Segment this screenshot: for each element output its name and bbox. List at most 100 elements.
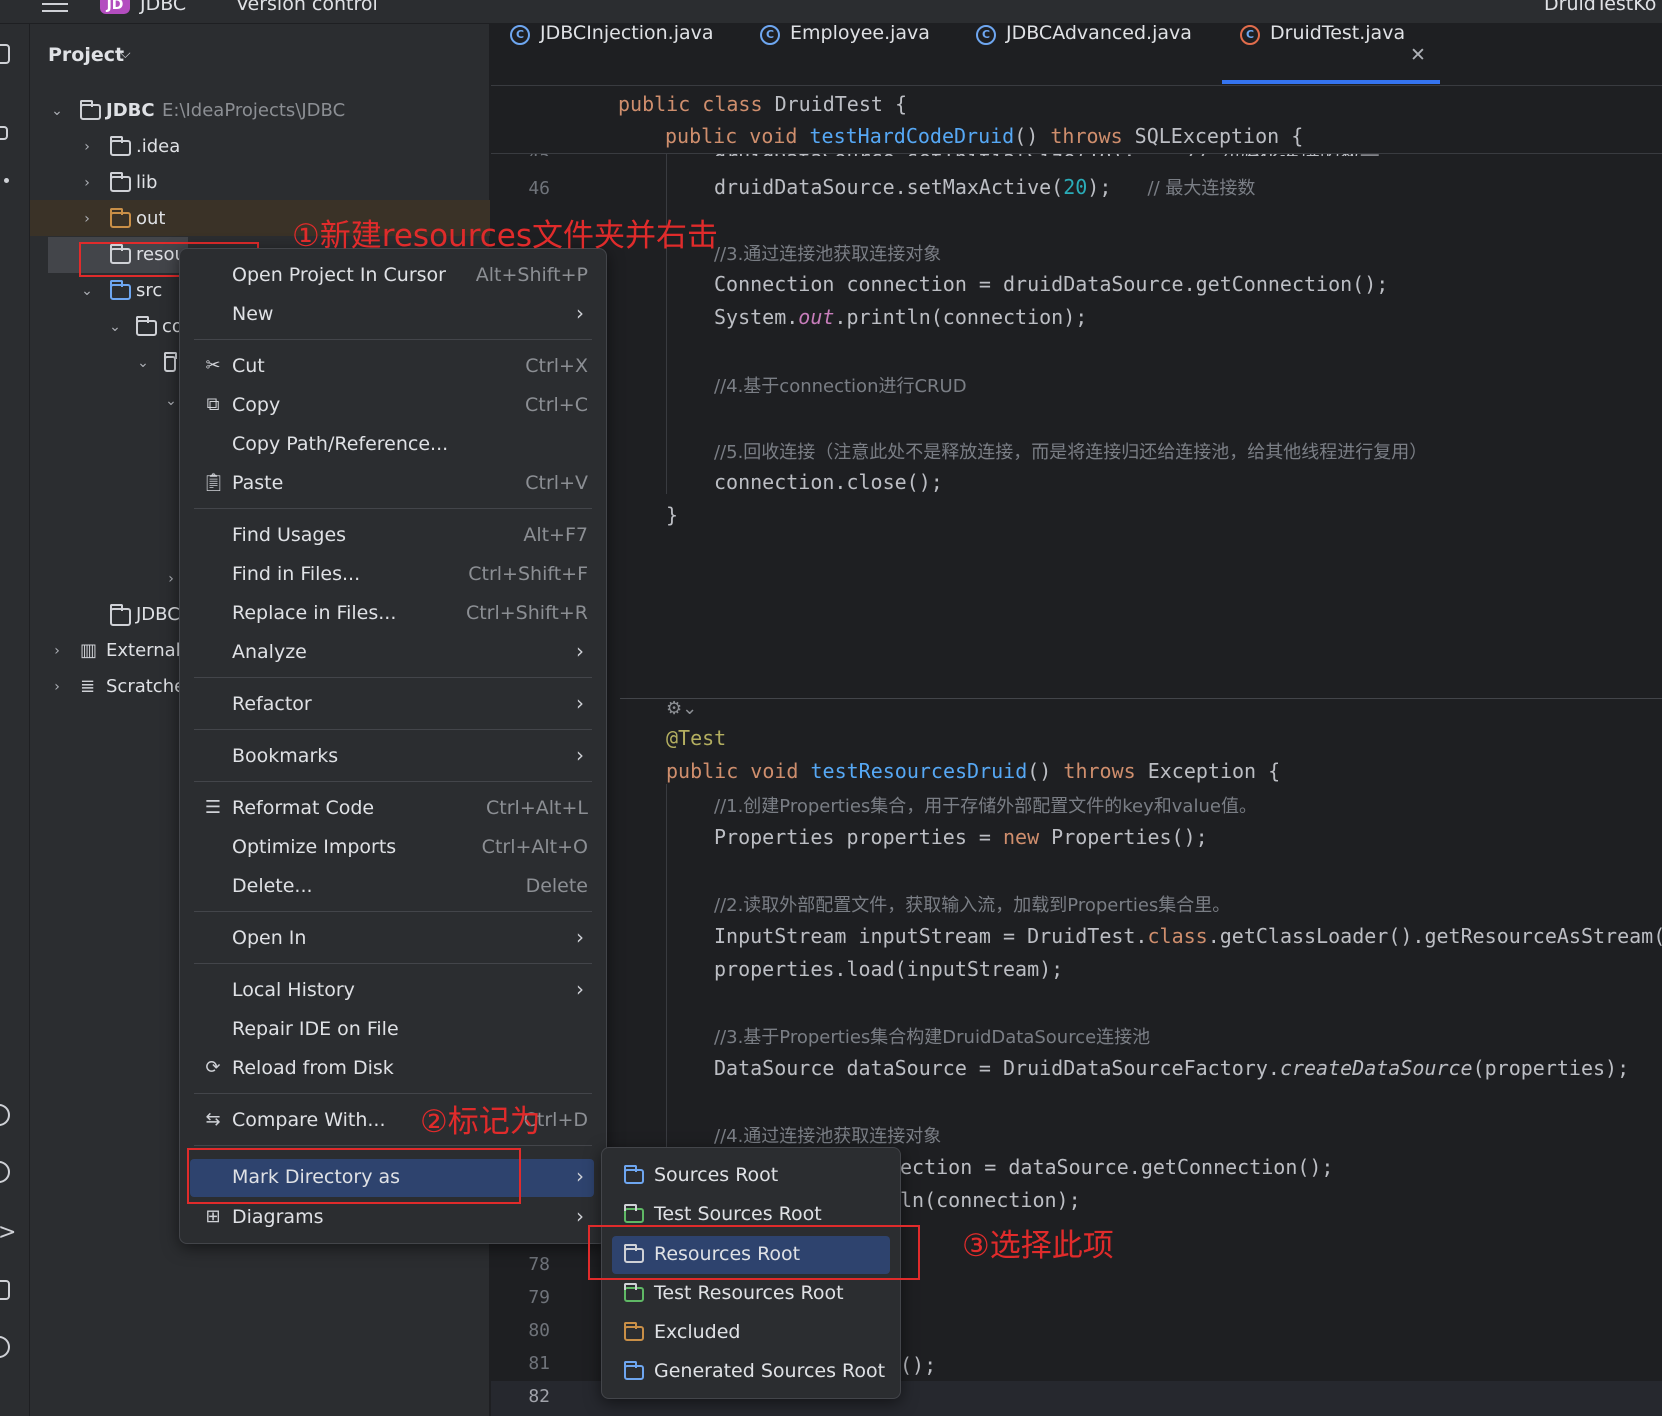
menu-item-shortcut: Ctrl+V (525, 472, 588, 494)
tool-window-strip (0, 24, 30, 1416)
annotation-box-mark-directory (187, 1148, 521, 1204)
menu-item-delete[interactable]: Delete... Delete (190, 869, 594, 905)
chevron-down-icon[interactable]: ⌄ (108, 310, 122, 344)
sticky-class-line[interactable]: public class DruidTest { (618, 92, 907, 116)
chevron-right-icon[interactable]: › (50, 670, 64, 704)
submenu-item-label: Sources Root (654, 1164, 779, 1186)
tree-node-src[interactable]: ⌄ src (80, 274, 180, 308)
menu-item-label: New (232, 303, 274, 325)
chevron-right-icon[interactable]: › (50, 634, 64, 668)
menu-item-optimize-imports[interactable]: Optimize Imports Ctrl+Alt+O (190, 830, 594, 866)
line-number-current: 82 (528, 1386, 550, 1407)
menu-item-label: Copy (232, 394, 281, 416)
more-tools-icon[interactable] (4, 178, 9, 183)
chevron-down-icon[interactable]: ⌄ (80, 274, 94, 308)
tree-node-idea[interactable]: › .idea (80, 130, 460, 164)
indent-guide (666, 154, 667, 494)
project-panel-title[interactable]: Project (48, 44, 124, 66)
menu-item-label: Analyze (232, 641, 307, 663)
run-configuration[interactable]: DruidTestKo (1544, 0, 1656, 15)
project-tool-icon[interactable] (0, 44, 10, 64)
submenu-item-sources-root[interactable]: Sources Root (612, 1158, 890, 1194)
comment: //1.创建Properties集合，用于存储外部配置文件的key和value值… (714, 796, 1257, 817)
menu-item-cut[interactable]: ✂ Cut Ctrl+X (190, 349, 594, 385)
submenu-item-generated-sources-root[interactable]: Generated Sources Root (612, 1354, 890, 1390)
menu-item-paste[interactable]: 📋︎ Paste Ctrl+V (190, 466, 594, 502)
folder-icon (110, 172, 131, 192)
chevron-right-icon[interactable]: › (80, 166, 94, 200)
chevron-down-icon[interactable]: ⌄ (164, 384, 178, 418)
menu-item-replace-in-files[interactable]: Replace in Files... Ctrl+Shift+R (190, 596, 594, 632)
project-badge[interactable]: JD (100, 0, 130, 14)
menu-item-copy[interactable]: ⧉ Copy Ctrl+C (190, 388, 594, 424)
chevron-down-icon[interactable]: ⌄ (136, 346, 150, 380)
main-menu-icon[interactable] (42, 0, 68, 12)
class-icon: C (760, 25, 780, 45)
run-gutter-icon[interactable]: ⚙⌄ (666, 698, 697, 719)
tree-node-collapsed-2[interactable]: › (164, 562, 180, 596)
menu-item-repair-ide[interactable]: Repair IDE on File (190, 1012, 594, 1048)
problems-tool-icon[interactable] (0, 1280, 10, 1300)
project-switcher[interactable]: JDBC (140, 0, 186, 15)
menu-item-local-history[interactable]: Local History › (190, 973, 594, 1009)
menu-item-copy-path[interactable]: Copy Path/Reference... (190, 427, 594, 463)
exception-type: SQLException { (1134, 124, 1304, 148)
menu-item-label: Delete... (232, 875, 313, 897)
code-text: druidDataSource.setMaxActive( (714, 175, 1064, 199)
close-tab-icon[interactable]: ✕ (1410, 44, 1426, 66)
tree-node-lib[interactable]: › lib (80, 166, 460, 200)
tree-node-subpackage[interactable]: ⌄ (136, 346, 180, 380)
tree-node-external-libraries[interactable]: › ▥ External (50, 634, 181, 668)
menu-item-reload-from-disk[interactable]: ⟳ Reload from Disk (190, 1051, 594, 1087)
chevron-down-icon[interactable]: ⌄ (50, 94, 64, 128)
menu-item-label: Local History (232, 979, 355, 1001)
tree-node-root[interactable]: ⌄ JDBC E:\IdeaProjects\JDBC (50, 94, 470, 128)
code-text: InputStream inputStream = DruidTest. (714, 924, 1148, 948)
tree-node-collapsed[interactable]: ⌄ (164, 384, 180, 418)
menu-item-label: Bookmarks (232, 745, 339, 767)
params: () (1027, 759, 1052, 783)
menu-item-refactor[interactable]: Refactor › (190, 687, 594, 723)
code-line-46: druidDataSource.setMaxActive(20); // 最大连… (714, 174, 1255, 200)
menu-item-label: Optimize Imports (232, 836, 397, 858)
tree-node-package[interactable]: ⌄ co (108, 310, 183, 344)
menu-item-diagrams[interactable]: ⊞ Diagrams › (190, 1200, 594, 1236)
menu-item-label: Copy Path/Reference... (232, 433, 449, 455)
menu-item-find-usages[interactable]: Find Usages Alt+F7 (190, 518, 594, 554)
tree-node-label: External (106, 640, 181, 661)
comment: //4.通过连接池获取连接对象 (714, 1126, 942, 1147)
menu-item-find-in-files[interactable]: Find in Files... Ctrl+Shift+F (190, 557, 594, 593)
annotation-box-resources-root (588, 1225, 920, 1280)
tree-node-iml[interactable]: JDBC (80, 598, 180, 632)
menu-item-label: Cut (232, 355, 265, 377)
menu-item-bookmarks[interactable]: Bookmarks › (190, 739, 594, 775)
menu-item-open-in[interactable]: Open In › (190, 921, 594, 957)
test-sources-root-icon (624, 1204, 644, 1223)
scissors-icon: ✂ (205, 355, 221, 376)
code-text: Properties properties = (714, 825, 1003, 849)
chevron-right-icon[interactable]: › (80, 202, 94, 236)
chevron-right-icon: › (576, 743, 584, 767)
chevron-right-icon[interactable]: › (164, 562, 178, 596)
menu-item-shortcut: Ctrl+Shift+R (465, 602, 588, 624)
chevron-down-icon[interactable]: ⌵ (120, 46, 131, 62)
tree-node-label: JDBC (136, 604, 180, 625)
menu-item-new[interactable]: New › (190, 297, 594, 333)
code-fragment: ln(connection); (900, 1188, 1081, 1212)
chevron-right-icon[interactable]: › (80, 130, 94, 164)
menu-item-label: Refactor (232, 693, 312, 715)
tab-label: JDBCAdvanced.java (1006, 22, 1192, 44)
menu-item-reformat-code[interactable]: ☰ Reformat Code Ctrl+Alt+L (190, 791, 594, 827)
generated-sources-root-icon (624, 1361, 644, 1380)
tree-node-path: E:\IdeaProjects\JDBC (162, 100, 346, 121)
submenu-item-test-resources-root[interactable]: Test Resources Root (612, 1276, 890, 1312)
submenu-item-excluded[interactable]: Excluded (612, 1315, 890, 1351)
code-load: properties.load(inputStream); (714, 957, 1064, 981)
structure-tool-icon[interactable] (0, 126, 8, 140)
menu-item-open-in-cursor[interactable]: Open Project In Cursor Alt+Shift+P (190, 258, 594, 294)
vcs-widget[interactable]: Version control (236, 0, 378, 15)
terminal-tool-icon[interactable]: > (0, 1220, 16, 1245)
menu-item-analyze[interactable]: Analyze › (190, 635, 594, 671)
tree-node-scratches[interactable]: › ≣ Scratche (50, 670, 185, 704)
sticky-method-line[interactable]: public void testHardCodeDruid() throws S… (665, 124, 1303, 148)
